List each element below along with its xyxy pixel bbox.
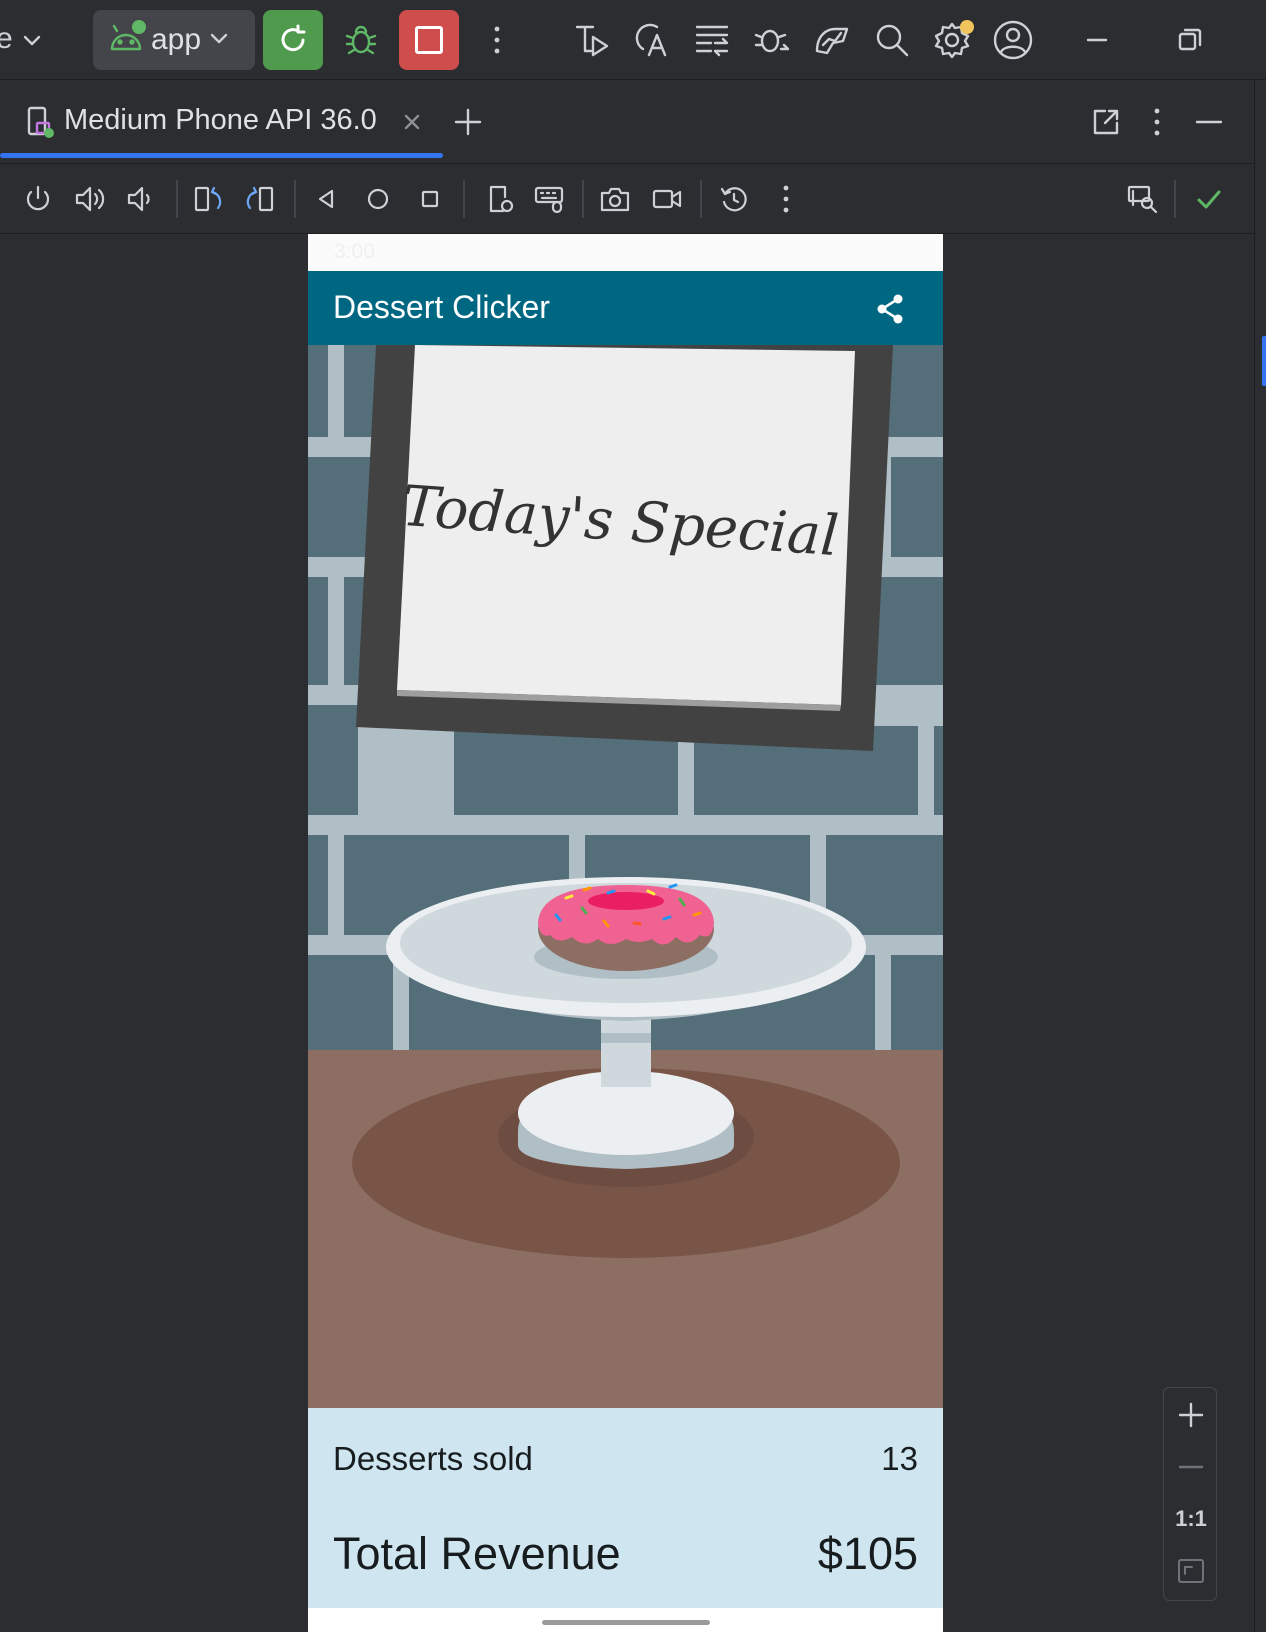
window-minimize-icon[interactable] bbox=[1075, 18, 1119, 62]
tab-medium-phone[interactable]: Medium Phone API 36.0 bbox=[0, 80, 443, 164]
account-avatar-icon[interactable] bbox=[991, 18, 1035, 62]
zoom-actual-size-button[interactable]: 1:1 bbox=[1164, 1494, 1218, 1544]
rotate-left-icon[interactable] bbox=[186, 177, 230, 221]
total-revenue-value: $105 bbox=[817, 1528, 918, 1579]
separator bbox=[294, 180, 296, 218]
zoom-controls: 1:1 bbox=[1163, 1387, 1217, 1601]
home-circle-icon[interactable] bbox=[356, 177, 400, 221]
snapshot-history-icon[interactable] bbox=[712, 177, 756, 221]
overview-square-icon[interactable] bbox=[408, 177, 452, 221]
chevron-down-icon bbox=[207, 26, 231, 55]
hide-panel-icon[interactable] bbox=[1187, 100, 1231, 144]
more-vertical-icon[interactable] bbox=[475, 18, 519, 62]
separator bbox=[176, 180, 178, 218]
todays-special-sign: Today's Special bbox=[356, 345, 893, 751]
donut-dessert bbox=[534, 883, 718, 979]
window-restore-icon[interactable] bbox=[1168, 18, 1212, 62]
desserts-sold-label: Desserts sold bbox=[333, 1440, 533, 1477]
profiler-icon[interactable] bbox=[810, 18, 854, 62]
run-configuration-selector[interactable]: app bbox=[93, 10, 255, 70]
device-online-dot bbox=[44, 128, 54, 138]
total-revenue-label: Total Revenue bbox=[333, 1528, 621, 1579]
stop-button[interactable] bbox=[399, 10, 459, 70]
app-title: Dessert Clicker bbox=[333, 289, 550, 325]
update-notification-dot bbox=[960, 20, 974, 34]
device-settings-icon[interactable] bbox=[478, 177, 522, 221]
running-indicator-dot bbox=[132, 20, 146, 34]
open-external-icon[interactable] bbox=[1084, 100, 1128, 144]
close-tab-icon[interactable] bbox=[390, 100, 434, 144]
zoom-in-icon[interactable] bbox=[1164, 1390, 1218, 1440]
stop-icon bbox=[415, 26, 443, 54]
rotate-right-icon[interactable] bbox=[238, 177, 282, 221]
run-configuration-label: app bbox=[151, 23, 202, 56]
emulator-toolbar bbox=[0, 164, 1254, 234]
active-tab-indicator bbox=[0, 153, 443, 158]
desserts-sold-value: 13 bbox=[881, 1440, 918, 1477]
chevron-down-icon[interactable] bbox=[10, 18, 54, 62]
add-tab-icon[interactable] bbox=[446, 100, 490, 144]
keyboard-mouse-icon[interactable] bbox=[527, 177, 571, 221]
debug-bug-icon[interactable] bbox=[339, 18, 383, 62]
right-tool-strip bbox=[1254, 80, 1266, 1632]
checkmark-icon[interactable] bbox=[1187, 177, 1231, 221]
tab-label: Medium Phone API 36.0 bbox=[64, 104, 377, 136]
share-icon[interactable] bbox=[868, 287, 912, 331]
rerun-icon bbox=[281, 24, 306, 52]
zoom-fit-icon[interactable] bbox=[1164, 1546, 1218, 1596]
power-icon[interactable] bbox=[16, 177, 60, 221]
volume-down-icon[interactable] bbox=[118, 177, 162, 221]
device-tab-bar: Medium Phone API 36.0 bbox=[0, 80, 1254, 164]
separator bbox=[463, 180, 465, 218]
more-vertical-icon[interactable] bbox=[764, 177, 808, 221]
volume-up-icon[interactable] bbox=[68, 177, 112, 221]
total-revenue-row: Total Revenue $105 bbox=[333, 1528, 918, 1580]
more-vertical-icon[interactable] bbox=[1135, 100, 1179, 144]
search-icon[interactable] bbox=[870, 18, 914, 62]
screenshot-camera-icon[interactable] bbox=[593, 177, 637, 221]
separator bbox=[1174, 180, 1176, 218]
bakery-background-illustration: Today's Special bbox=[308, 345, 943, 1408]
gesture-nav-bar bbox=[308, 1608, 943, 1632]
device-phone-icon bbox=[18, 100, 62, 144]
status-time: 3:00 bbox=[334, 240, 375, 263]
separator bbox=[700, 180, 702, 218]
layout-inspector-icon[interactable] bbox=[1120, 177, 1164, 221]
app-top-bar: Dessert Clicker bbox=[308, 271, 943, 345]
screen-record-icon[interactable] bbox=[645, 177, 689, 221]
bakery-scene: Today's Special bbox=[308, 345, 943, 1408]
logcat-icon[interactable] bbox=[690, 18, 734, 62]
attach-debugger-icon[interactable] bbox=[750, 18, 794, 62]
main-toolbar: e app bbox=[0, 0, 1266, 80]
apply-code-changes-icon[interactable] bbox=[630, 18, 674, 62]
zoom-out-icon[interactable] bbox=[1164, 1442, 1218, 1492]
apply-changes-icon[interactable] bbox=[570, 18, 614, 62]
desserts-sold-row: Desserts sold 13 bbox=[333, 1440, 918, 1478]
gesture-handle[interactable] bbox=[542, 1620, 710, 1625]
scroll-marker[interactable] bbox=[1262, 336, 1266, 386]
back-triangle-icon[interactable] bbox=[304, 177, 348, 221]
android-status-bar: 3:00 bbox=[308, 234, 943, 271]
separator bbox=[582, 180, 584, 218]
sales-stats-panel: Desserts sold 13 Total Revenue $105 bbox=[308, 1408, 943, 1608]
rerun-button[interactable] bbox=[263, 10, 323, 70]
emulator-screen[interactable]: 3:00 Dessert Clicker Today's Special Des… bbox=[308, 234, 943, 1632]
